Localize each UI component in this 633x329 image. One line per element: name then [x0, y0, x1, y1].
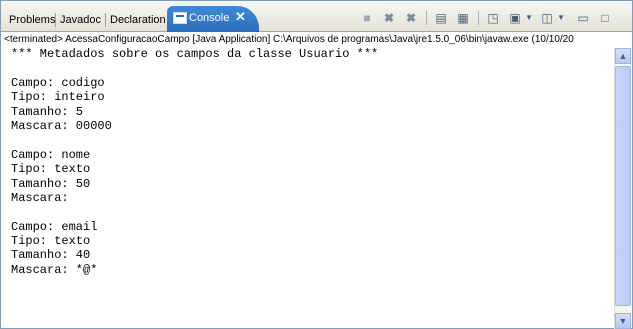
- tab-console-label: Console: [189, 12, 230, 24]
- tab-console[interactable]: Console ✕: [167, 6, 259, 32]
- remove-launch-icon[interactable]: ✖: [380, 9, 398, 27]
- console-line: Tipo: texto: [11, 162, 91, 177]
- console-line: Campo: codigo: [11, 75, 105, 90]
- terminate-icon[interactable]: ■: [358, 9, 376, 27]
- console-line: Campo: nome: [11, 147, 91, 162]
- toolbar-separator: [426, 11, 427, 25]
- scroll-down-button[interactable]: ▼: [615, 313, 631, 329]
- chevron-down-icon[interactable]: ▼: [552, 9, 570, 27]
- remove-all-terminated-icon[interactable]: ✖: [402, 9, 420, 27]
- console-line: Mascara: *@*: [11, 262, 98, 277]
- close-icon[interactable]: ✕: [235, 9, 246, 25]
- process-status-line: <terminated> AcessaConfiguracaoCampo [Ja…: [4, 34, 574, 45]
- console-view: Problems Javadoc Declaration Console ✕ ■…: [0, 0, 633, 329]
- pin-console-icon[interactable]: ◳: [484, 9, 502, 27]
- console-line: Tamanho: 5: [11, 104, 84, 119]
- console-line: Tamanho: 50: [11, 176, 91, 191]
- view-tab-bar: Problems Javadoc Declaration Console ✕ ■…: [1, 1, 632, 32]
- scroll-lock-icon[interactable]: ▤: [432, 9, 450, 27]
- vertical-scrollbar[interactable]: ▲ ▼: [614, 48, 631, 329]
- tab-declaration[interactable]: Declaration: [108, 10, 168, 30]
- tab-problems[interactable]: Problems: [7, 10, 57, 30]
- console-line: Campo: email: [11, 219, 98, 234]
- console-line: Tipo: inteiro: [11, 90, 105, 105]
- console-line: Tamanho: 40: [11, 248, 91, 263]
- console-toolbar: ■ ✖ ✖ ▤ ▦ ◳ ▣ ▼ ◫ ▼ ▭ □: [358, 9, 628, 27]
- tab-javadoc[interactable]: Javadoc: [58, 10, 103, 30]
- scroll-thumb[interactable]: [615, 66, 631, 306]
- toolbar-separator: [478, 11, 479, 25]
- tab-divider: [55, 13, 56, 27]
- chevron-down-icon[interactable]: ▼: [520, 9, 538, 27]
- scroll-up-button[interactable]: ▲: [615, 48, 631, 64]
- tab-divider: [105, 13, 106, 27]
- word-wrap-icon[interactable]: ▦: [454, 9, 472, 27]
- console-line: Mascara:: [11, 190, 69, 205]
- maximize-icon[interactable]: □: [596, 9, 614, 27]
- console-line: *** Metadados sobre os campos da classe …: [11, 47, 379, 61]
- console-icon: [173, 12, 187, 24]
- minimize-icon[interactable]: ▭: [574, 9, 592, 27]
- console-line: Tipo: texto: [11, 234, 91, 249]
- console-line: Mascara: 00000: [11, 118, 112, 133]
- console-output[interactable]: *** Metadados sobre os campos da classe …: [3, 47, 615, 329]
